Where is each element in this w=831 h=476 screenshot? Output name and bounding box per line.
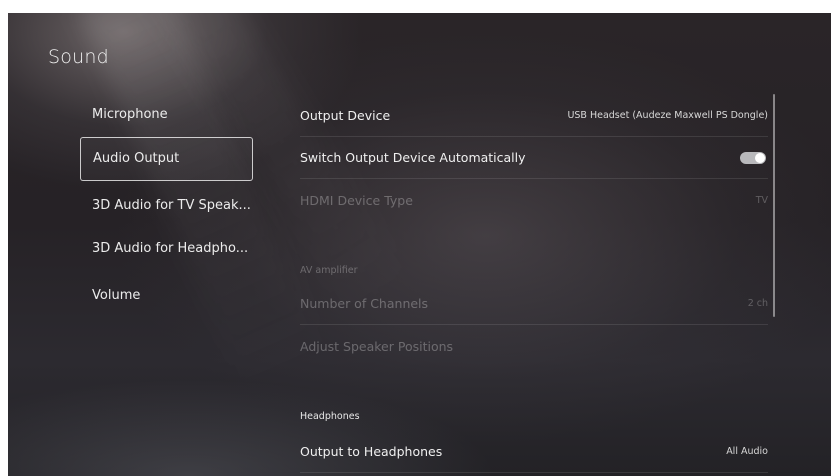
section-header-av-amplifier: AV amplifier [300,265,358,276]
setting-number-of-channels: Number of Channels 2 ch [300,283,768,325]
setting-hdmi-device-type: HDMI Device Type TV [300,180,768,222]
sidebar-item-audio-output[interactable]: Audio Output [80,137,253,181]
scrollbar[interactable] [773,94,775,317]
sidebar-item-microphone[interactable]: Microphone [80,93,253,137]
setting-output-to-headphones[interactable]: Output to Headphones All Audio [300,431,768,473]
sidebar-item-label: Volume [92,288,141,303]
sidebar-item-label: 3D Audio for TV Speak... [92,198,251,213]
toggle-knob [755,153,765,163]
section-header-headphones: Headphones [300,411,360,422]
sidebar-item-label: 3D Audio for Headpho... [92,241,249,256]
setting-output-device[interactable]: Output Device USB Headset (Audeze Maxwel… [300,95,768,137]
setting-value: USB Headset (Audeze Maxwell PS Dongle) [567,110,768,121]
setting-switch-output-device-automatically[interactable]: Switch Output Device Automatically [300,137,768,179]
setting-value: 2 ch [747,298,768,309]
setting-label: Switch Output Device Automatically [300,150,526,165]
sidebar-item-label: Microphone [92,107,168,122]
sidebar-item-3d-audio-headphones[interactable]: 3D Audio for Headpho... [80,227,253,271]
setting-label: Number of Channels [300,296,429,311]
setting-label: Output to Headphones [300,444,443,459]
sidebar-item-3d-audio-tv-speakers[interactable]: 3D Audio for TV Speak... [80,184,253,228]
setting-label: HDMI Device Type [300,193,413,208]
setting-label: Output Device [300,108,391,123]
setting-value: All Audio [726,446,768,457]
sidebar-item-label: Audio Output [93,151,180,166]
setting-adjust-speaker-positions: Adjust Speaker Positions [300,326,768,368]
page-title: Sound [48,46,109,68]
setting-value: TV [755,195,768,206]
sound-settings-screen: Sound Microphone Audio Output 3D Audio f… [8,13,831,476]
setting-label: Adjust Speaker Positions [300,339,454,354]
sidebar-item-volume[interactable]: Volume [80,274,253,318]
toggle-switch-on[interactable] [740,152,766,164]
